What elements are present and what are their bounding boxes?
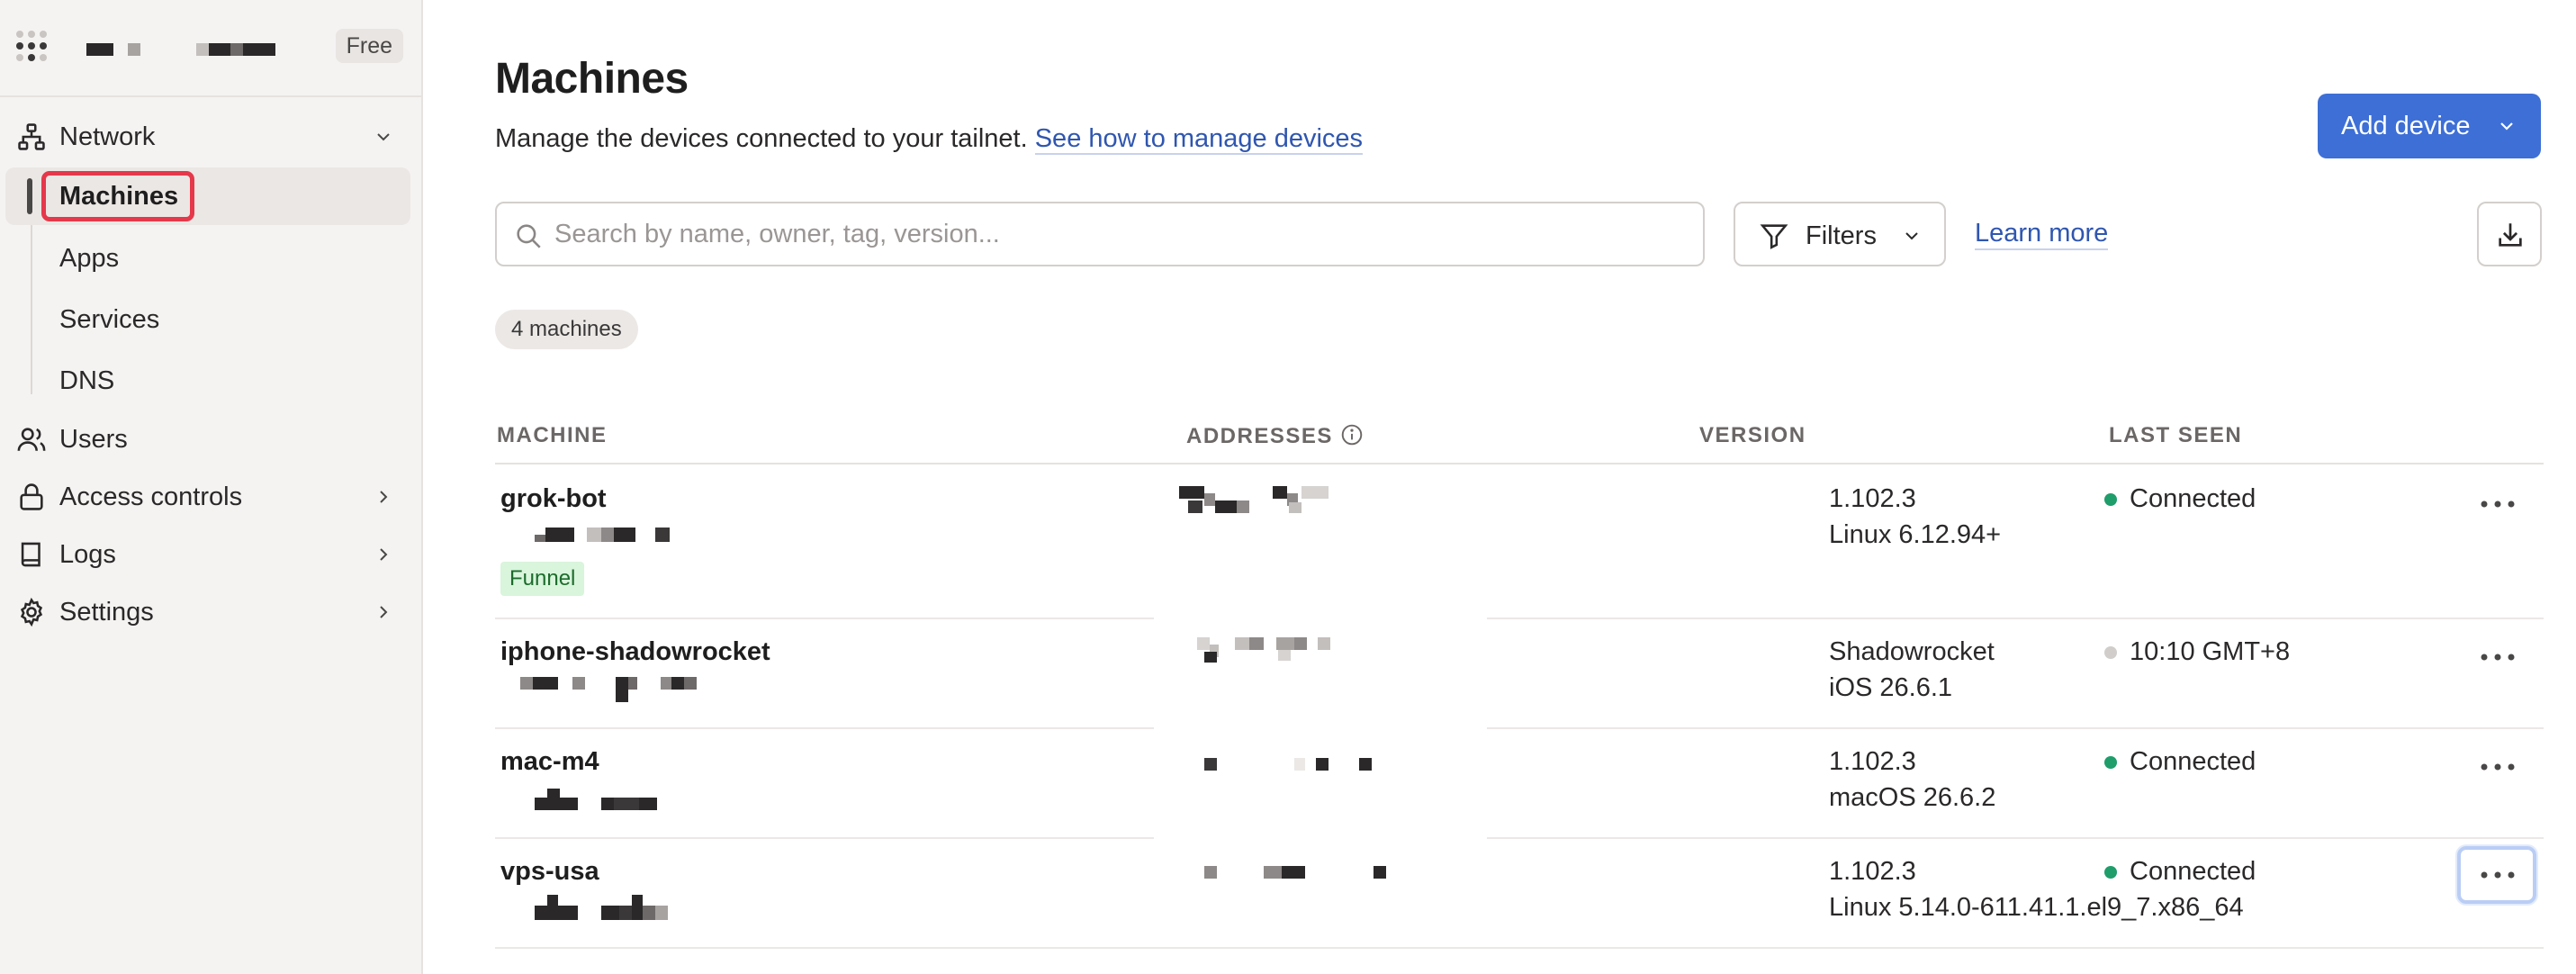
machine-os: Linux 6.12.94+ <box>1829 520 2002 549</box>
sidebar-item-services[interactable]: Services <box>59 294 159 345</box>
cell-mask <box>1154 614 1487 623</box>
status-dot <box>2104 866 2117 879</box>
more-horizontal-icon <box>2481 763 2515 771</box>
chevron-down-icon <box>377 133 390 141</box>
last-seen-status: Connected <box>2130 484 2256 513</box>
sidebar: Free Network Machines Apps Services DNS … <box>0 0 423 974</box>
machine-actions-button[interactable] <box>2457 738 2536 796</box>
filter-icon <box>1760 224 1788 249</box>
column-header-version[interactable]: VERSION <box>1699 423 1806 448</box>
more-horizontal-icon <box>2481 501 2515 508</box>
page-description-text: Manage the devices connected to your tai… <box>495 124 1028 153</box>
row-divider <box>495 947 2544 949</box>
machine-os: Linux 5.14.0-611.41.1.el9_7.x86_64 <box>1829 893 2244 922</box>
status-dot <box>2104 646 2117 659</box>
machine-name[interactable]: grok-bot <box>500 484 607 514</box>
tailscale-logo-icon <box>16 31 47 61</box>
manage-devices-link[interactable]: See how to manage devices <box>1034 124 1364 155</box>
plan-badge: Free <box>335 29 403 63</box>
network-icon <box>18 123 45 150</box>
machine-version: 1.102.3 <box>1829 747 1916 776</box>
nav-settings-label: Settings <box>59 597 154 627</box>
nav-settings[interactable]: Settings <box>0 587 423 637</box>
active-indicator <box>27 178 32 214</box>
learn-more-link[interactable]: Learn more <box>1975 219 2109 250</box>
page-title: Machines <box>495 55 689 103</box>
row-divider <box>495 618 2544 619</box>
nav-logs[interactable]: Logs <box>0 529 423 580</box>
row-divider <box>495 837 2544 839</box>
more-horizontal-icon <box>2481 871 2515 879</box>
filters-button[interactable]: Filters <box>1734 202 1946 266</box>
nav-users-label: Users <box>59 424 128 454</box>
machine-actions-button[interactable] <box>2457 475 2536 533</box>
export-button[interactable] <box>2477 202 2542 266</box>
chevron-down-icon <box>2500 122 2513 131</box>
add-device-label: Add device <box>2341 111 2471 140</box>
machine-name[interactable]: iphone-shadowrocket <box>500 637 770 667</box>
info-icon[interactable] <box>1340 423 1364 446</box>
machine-version: Shadowrocket <box>1829 637 1995 666</box>
filters-label: Filters <box>1806 221 1877 250</box>
cell-mask <box>1154 724 1487 733</box>
tailnet-switcher[interactable]: Free <box>16 27 403 67</box>
machine-version: 1.102.3 <box>1829 484 1916 513</box>
cell-mask <box>1154 834 1487 843</box>
search-icon <box>517 224 541 248</box>
last-seen-status: Connected <box>2130 857 2256 886</box>
lock-icon <box>20 483 43 510</box>
machine-count-badge: 4 machines <box>495 310 638 349</box>
more-horizontal-icon <box>2481 654 2515 661</box>
row-divider <box>495 727 2544 729</box>
nav-network[interactable]: Network <box>0 112 423 162</box>
nav-access-controls[interactable]: Access controls <box>0 472 423 522</box>
nav-logs-label: Logs <box>59 539 116 569</box>
chevron-right-icon <box>380 491 388 503</box>
chevron-right-icon <box>380 606 388 618</box>
machine-os: iOS 26.6.1 <box>1829 673 1953 702</box>
machine-actions-button[interactable] <box>2457 628 2536 686</box>
machine-version: 1.102.3 <box>1829 857 1916 886</box>
table-header-divider <box>495 463 2544 464</box>
main-content: Machines Manage the devices connected to… <box>425 0 2576 974</box>
gear-icon <box>20 597 43 627</box>
machine-name[interactable]: mac-m4 <box>500 747 599 777</box>
machine-os: macOS 26.6.2 <box>1829 783 1996 812</box>
machine-actions-button[interactable] <box>2457 846 2536 904</box>
page-description: Manage the devices connected to your tai… <box>495 124 1364 155</box>
last-seen-status: 10:10 GMT+8 <box>2130 637 2291 666</box>
funnel-tag: Funnel <box>500 562 585 596</box>
sidebar-item-apps[interactable]: Apps <box>59 233 119 284</box>
chevron-right-icon <box>380 548 388 561</box>
chevron-down-icon <box>1905 232 1918 240</box>
nav-users[interactable]: Users <box>0 414 423 464</box>
machine-name[interactable]: vps-usa <box>500 857 599 887</box>
nav-network-label: Network <box>59 122 156 151</box>
nav-access-controls-label: Access controls <box>59 482 243 511</box>
download-icon <box>2499 223 2522 247</box>
status-dot <box>2104 756 2117 769</box>
divider <box>0 95 421 97</box>
column-header-last-seen[interactable]: LAST SEEN <box>2109 423 2242 448</box>
highlight-outline <box>41 171 194 221</box>
sidebar-item-dns[interactable]: DNS <box>59 356 114 406</box>
last-seen-status: Connected <box>2130 747 2256 776</box>
users-icon <box>17 428 46 451</box>
add-device-button[interactable]: Add device <box>2318 94 2541 158</box>
search-field[interactable] <box>495 202 1705 266</box>
column-header-machine[interactable]: MACHINE <box>497 423 608 448</box>
status-dot <box>2104 493 2117 506</box>
search-input[interactable] <box>554 214 1680 254</box>
book-icon <box>21 542 41 567</box>
column-header-addresses-label: ADDRESSES <box>1186 424 1333 448</box>
column-header-addresses[interactable]: ADDRESSES <box>1186 423 1364 449</box>
